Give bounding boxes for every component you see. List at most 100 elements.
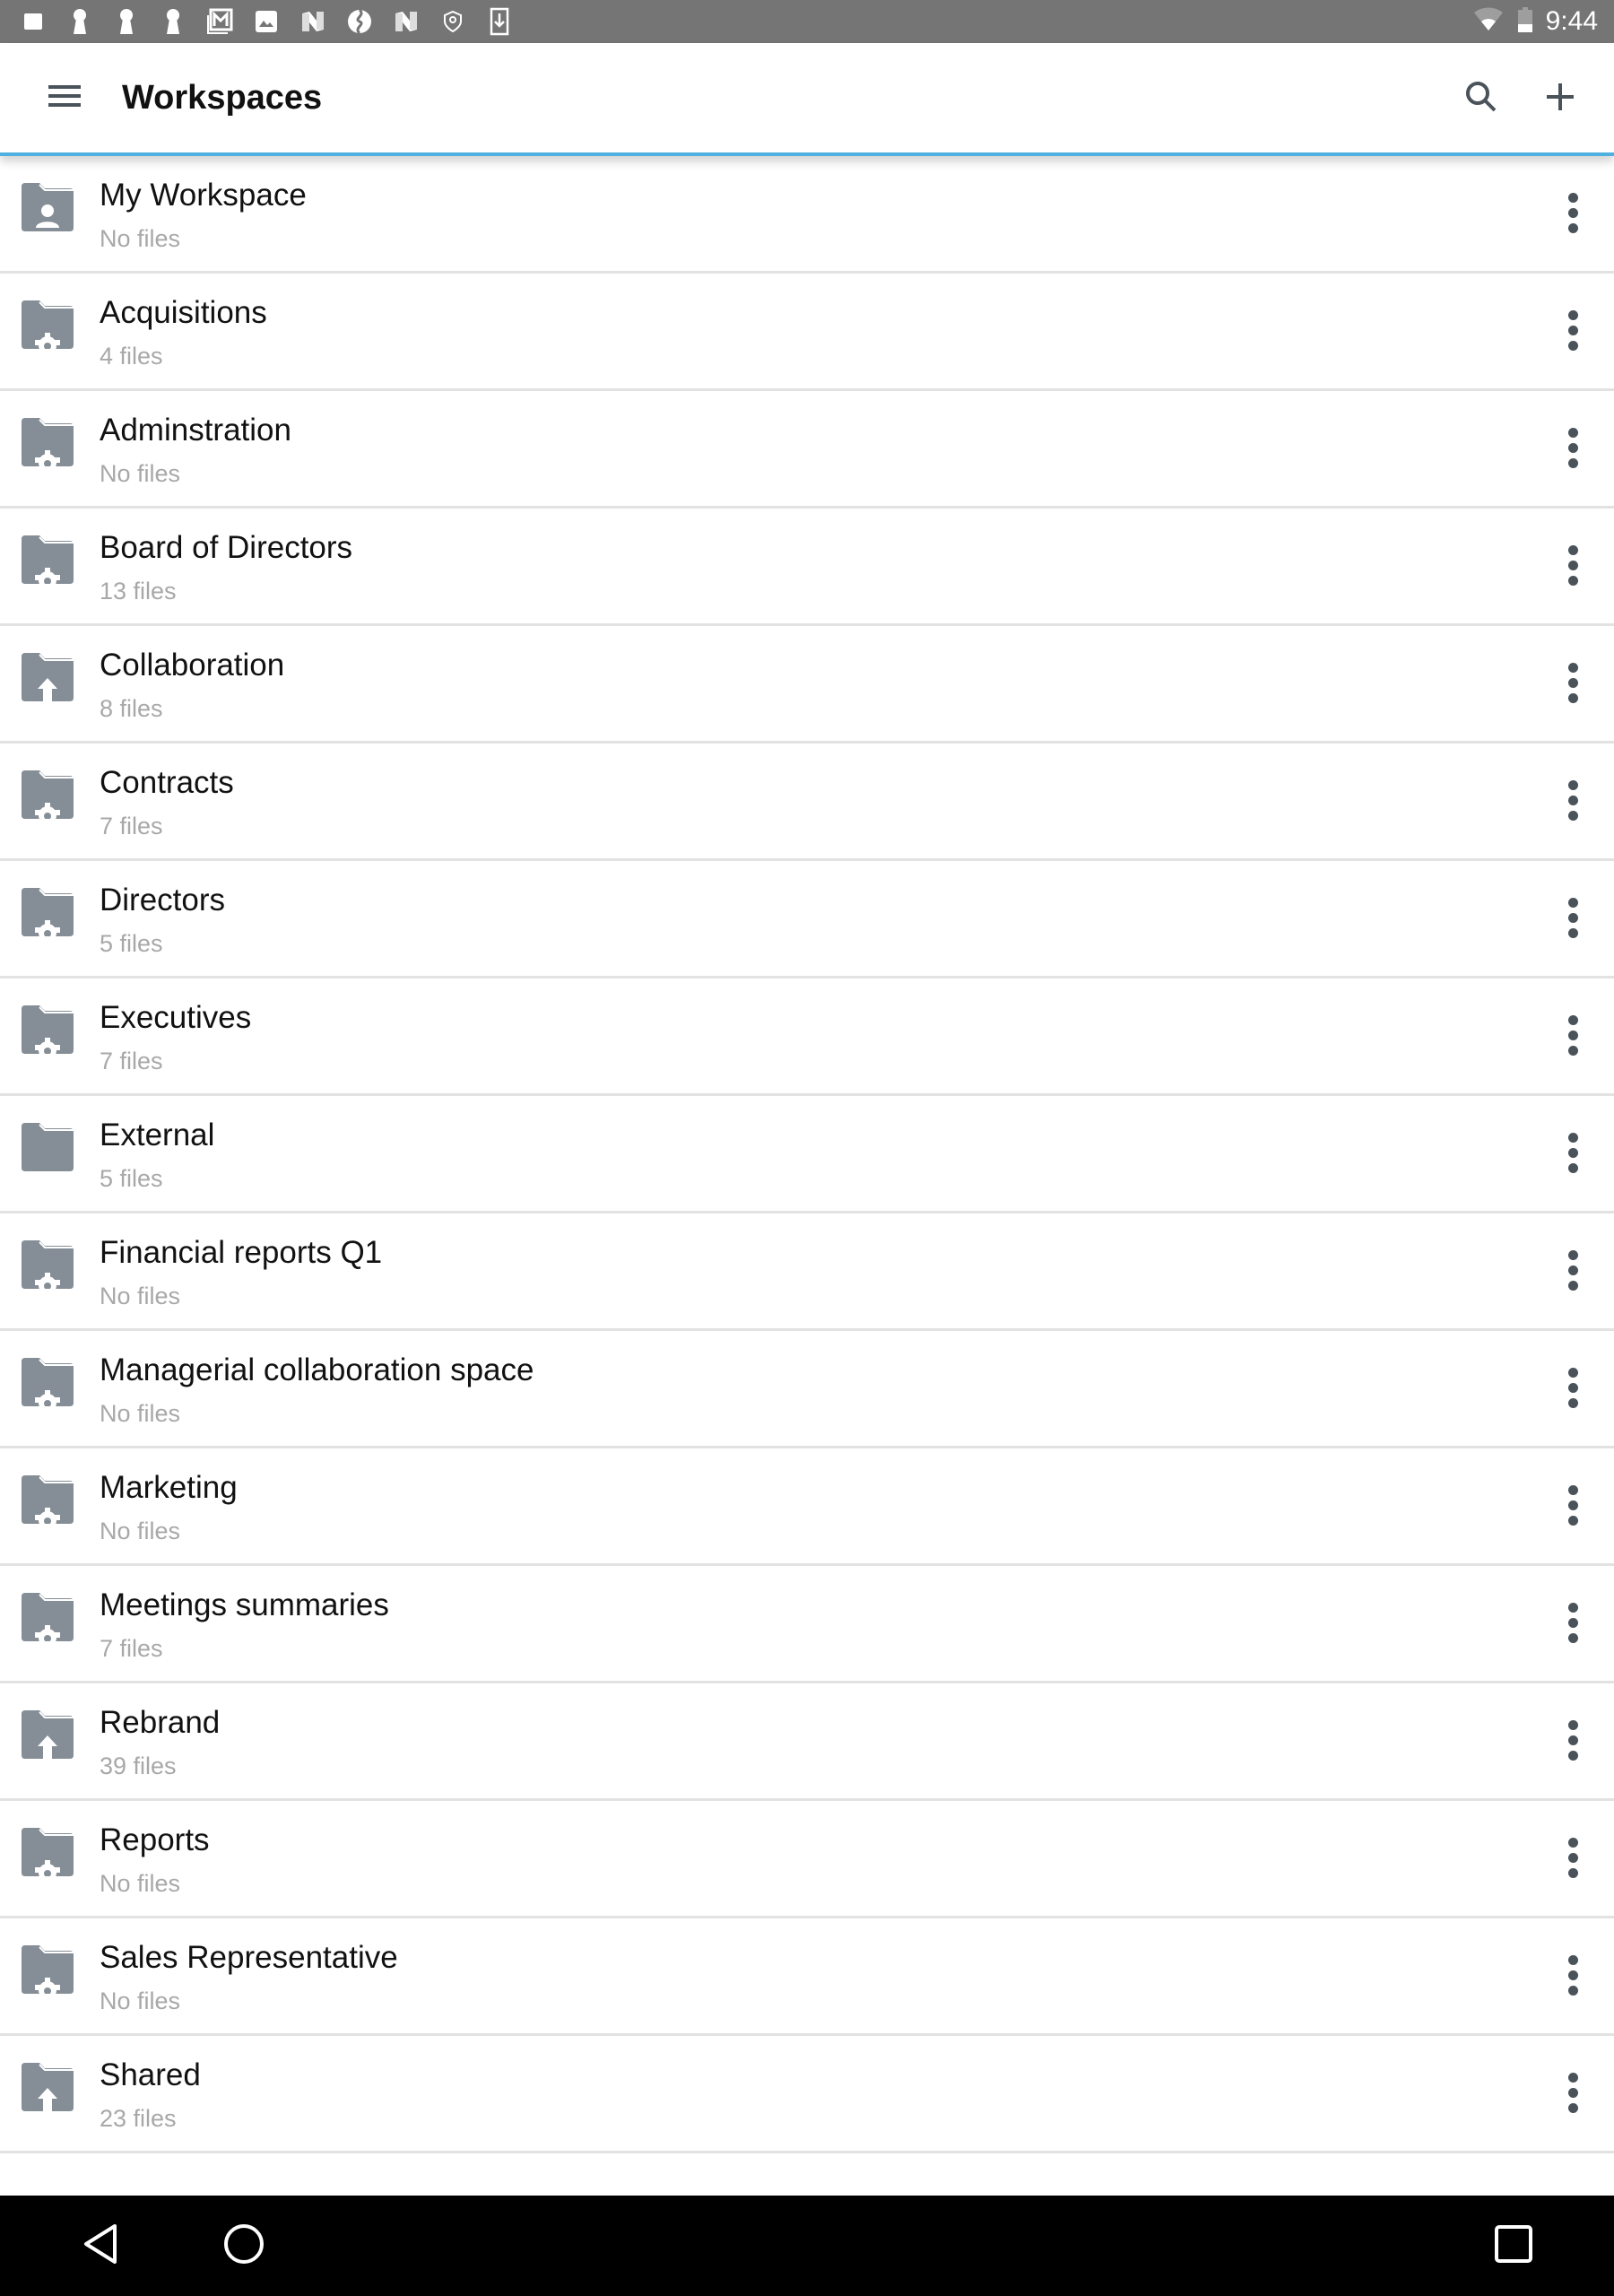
- workspace-row[interactable]: Shared 23 files: [0, 2036, 1614, 2153]
- more-vert-icon-dot: [1567, 1162, 1578, 1173]
- menu-button[interactable]: [36, 75, 93, 120]
- workspace-row[interactable]: Contracts 7 files: [0, 744, 1614, 861]
- workspace-name: Acquisitions: [100, 295, 267, 330]
- workspace-row[interactable]: Sales Representative No files: [0, 1918, 1614, 2036]
- workspace-file-count: 7 files: [100, 1048, 163, 1074]
- overflow-menu-button[interactable]: [1551, 1710, 1594, 1770]
- more-vert-icon: [1567, 1719, 1578, 1730]
- overflow-menu-button[interactable]: [1551, 1240, 1594, 1300]
- more-vert-icon-dot: [1567, 795, 1578, 805]
- workspace-row[interactable]: Managerial collaboration space No files: [0, 1331, 1614, 1448]
- workspace-file-count: No files: [100, 1400, 181, 1427]
- workspace-file-count: No files: [100, 225, 181, 252]
- workspace-file-count: 7 files: [100, 813, 163, 839]
- more-vert-icon-dot: [1567, 912, 1578, 923]
- overflow-menu-button[interactable]: [1551, 535, 1594, 595]
- back-icon: [81, 2222, 120, 2270]
- settings-folder-icon: [20, 534, 75, 589]
- workspace-name: Collaboration: [100, 648, 285, 683]
- more-vert-icon: [1567, 1014, 1578, 1025]
- page-title: Workspaces: [122, 79, 323, 117]
- workspace-row[interactable]: Marketing No files: [0, 1448, 1614, 1566]
- overflow-menu-button[interactable]: [1551, 1123, 1594, 1182]
- workspace-file-count: No files: [100, 1283, 181, 1309]
- workspace-row[interactable]: Adminstration No files: [0, 391, 1614, 509]
- more-vert-icon: [1567, 1249, 1578, 1260]
- settings-folder-icon: [20, 1356, 75, 1412]
- n-icon: [393, 8, 420, 35]
- overflow-menu-button[interactable]: [1551, 2063, 1594, 2122]
- more-vert-icon-dot: [1567, 1970, 1578, 1980]
- search-button[interactable]: [1453, 70, 1510, 127]
- status-bar: 9:44: [0, 0, 1614, 43]
- more-vert-icon-dot: [1567, 1515, 1578, 1526]
- swirl-icon: [346, 8, 373, 35]
- overflow-menu-button[interactable]: [1551, 1005, 1594, 1065]
- workspace-row[interactable]: Rebrand 39 files: [0, 1683, 1614, 1801]
- workspace-row[interactable]: Financial reports Q1 No files: [0, 1213, 1614, 1331]
- overflow-menu-button[interactable]: [1551, 1828, 1594, 1887]
- add-button[interactable]: [1532, 70, 1589, 127]
- back-button[interactable]: [65, 2217, 136, 2274]
- settings-folder-icon: [20, 769, 75, 824]
- workspace-row[interactable]: Meetings summaries 7 files: [0, 1566, 1614, 1683]
- keyhole-icon: [66, 8, 93, 35]
- workspace-file-count: 39 files: [100, 1752, 177, 1779]
- more-vert-icon-dot: [1567, 442, 1578, 453]
- recents-icon: [1494, 2224, 1533, 2268]
- overflow-menu-button[interactable]: [1551, 888, 1594, 947]
- more-vert-icon-dot: [1567, 2102, 1578, 2113]
- recents-button[interactable]: [1478, 2217, 1549, 2274]
- workspace-row[interactable]: Board of Directors 13 files: [0, 509, 1614, 626]
- overflow-menu-button[interactable]: [1551, 300, 1594, 360]
- workspace-name: Directors: [100, 883, 226, 918]
- settings-folder-icon: [20, 1591, 75, 1647]
- workspace-row[interactable]: Acquisitions 4 files: [0, 274, 1614, 391]
- workspace-name: Board of Directors: [100, 530, 353, 565]
- workspace-file-count: No files: [100, 1870, 181, 1897]
- more-vert-icon-dot: [1567, 1045, 1578, 1056]
- more-vert-icon: [1567, 1602, 1578, 1613]
- overflow-menu-button[interactable]: [1551, 1475, 1594, 1535]
- more-vert-icon-dot: [1567, 325, 1578, 335]
- more-vert-icon-dot: [1567, 340, 1578, 351]
- more-vert-icon: [1567, 1954, 1578, 1965]
- more-vert-icon-dot: [1567, 1280, 1578, 1291]
- overflow-menu-button[interactable]: [1551, 653, 1594, 712]
- home-button[interactable]: [208, 2217, 280, 2274]
- workspace-row[interactable]: Collaboration 8 files: [0, 626, 1614, 744]
- more-vert-icon: [1567, 192, 1578, 203]
- overflow-menu-button[interactable]: [1551, 1358, 1594, 1417]
- more-vert-icon-dot: [1567, 692, 1578, 703]
- add-icon: [1547, 83, 1574, 115]
- clock: 9:44: [1545, 6, 1598, 36]
- upload-folder-icon: [20, 651, 75, 701]
- workspace-row[interactable]: My Workspace No files: [0, 156, 1614, 274]
- gmail-icon: [206, 8, 233, 35]
- workspace-row[interactable]: Directors 5 files: [0, 861, 1614, 978]
- overflow-menu-button[interactable]: [1551, 1593, 1594, 1652]
- workspace-file-count: 8 files: [100, 695, 163, 722]
- overflow-menu-button[interactable]: [1551, 770, 1594, 830]
- overflow-menu-button[interactable]: [1551, 1945, 1594, 2005]
- more-vert-icon-dot: [1567, 1500, 1578, 1510]
- more-vert-icon-dot: [1567, 927, 1578, 938]
- more-vert-icon-dot: [1567, 560, 1578, 570]
- workspace-file-count: No files: [100, 460, 181, 487]
- overflow-menu-button[interactable]: [1551, 183, 1594, 242]
- workspace-name: Shared: [100, 2057, 201, 2092]
- more-vert-icon-dot: [1567, 1265, 1578, 1275]
- workspace-row[interactable]: Executives 7 files: [0, 978, 1614, 1096]
- workspace-row[interactable]: External 5 files: [0, 1096, 1614, 1213]
- settings-folder-icon: [20, 1239, 75, 1294]
- keyhole-icon: [160, 8, 187, 35]
- more-vert-icon-dot: [1567, 222, 1578, 233]
- more-vert-icon-dot: [1567, 1985, 1578, 1996]
- more-vert-icon-dot: [1567, 1750, 1578, 1761]
- more-vert-icon-dot: [1567, 2087, 1578, 2098]
- workspace-list: My Workspace No files Acquisitions 4 fil…: [0, 156, 1614, 2153]
- overflow-menu-button[interactable]: [1551, 418, 1594, 477]
- workspace-row[interactable]: Reports No files: [0, 1801, 1614, 1918]
- settings-folder-icon: [20, 886, 75, 942]
- workspace-name: Marketing: [100, 1470, 238, 1505]
